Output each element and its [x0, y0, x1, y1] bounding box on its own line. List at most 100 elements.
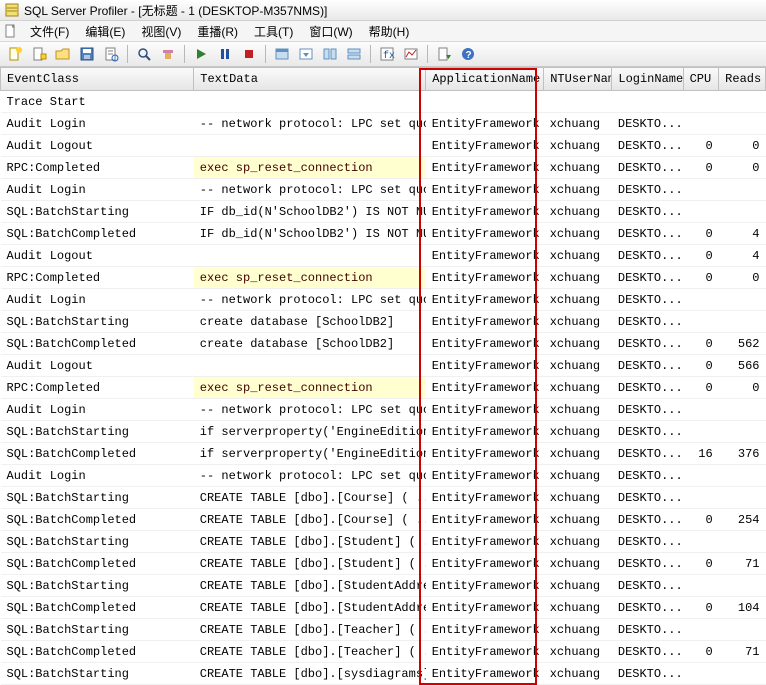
cell-login: DESKTO...	[612, 289, 683, 311]
cell-ntuser: xchuang	[544, 179, 612, 201]
table-row[interactable]: Audit LogoutEntityFrameworkxchuangDESKTO…	[1, 355, 766, 377]
cell-login: DESKTO...	[612, 531, 683, 553]
cell-textdata	[194, 245, 426, 267]
cell-ntuser: xchuang	[544, 333, 612, 355]
cell-event: SQL:BatchCompleted	[1, 333, 194, 355]
table-row[interactable]: Audit Login-- network protocol: LPC set …	[1, 179, 766, 201]
save-button[interactable]	[76, 43, 98, 65]
cell-login: DESKTO...	[612, 575, 683, 597]
clear-button[interactable]	[157, 43, 179, 65]
options-icon[interactable]	[433, 43, 455, 65]
open-button[interactable]	[52, 43, 74, 65]
cell-app: EntityFramework	[426, 135, 544, 157]
menu-file[interactable]: 文件(F)	[22, 21, 77, 42]
menu-tools[interactable]: 工具(T)	[246, 21, 301, 42]
cell-app: EntityFramework	[426, 553, 544, 575]
run-button[interactable]	[190, 43, 212, 65]
autoscroll-icon[interactable]	[295, 43, 317, 65]
menu-help[interactable]: 帮助(H)	[361, 21, 418, 42]
col-reads[interactable]: Reads	[719, 68, 766, 91]
menu-edit[interactable]: 编辑(E)	[77, 21, 133, 42]
col-ntuser[interactable]: NTUserName	[544, 68, 612, 91]
cell-reads: 71	[719, 553, 766, 575]
cell-app: EntityFramework	[426, 399, 544, 421]
col-text[interactable]: TextData	[194, 68, 426, 91]
table-row[interactable]: RPC:Completedexec sp_reset_connectionEnt…	[1, 267, 766, 289]
table-row[interactable]: SQL:BatchStartingIF db_id(N'SchoolDB2') …	[1, 201, 766, 223]
help-icon[interactable]: ?	[457, 43, 479, 65]
table-row[interactable]: SQL:BatchStartingCREATE TABLE [dbo].[Tea…	[1, 619, 766, 641]
find-button[interactable]	[133, 43, 155, 65]
stop-button[interactable]	[238, 43, 260, 65]
perf-icon[interactable]	[400, 43, 422, 65]
table-row[interactable]: SQL:BatchStartingCREATE TABLE [dbo].[Cou…	[1, 487, 766, 509]
cell-textdata: if serverproperty('EngineEdition') ...	[194, 443, 426, 465]
pause-button[interactable]	[214, 43, 236, 65]
cell-textdata	[194, 355, 426, 377]
cell-textdata: CREATE TABLE [dbo].[Student] ( ...	[194, 531, 426, 553]
cell-app: EntityFramework	[426, 509, 544, 531]
cell-textdata: CREATE TABLE [dbo].[Teacher] ( ...	[194, 641, 426, 663]
window-selected-icon[interactable]	[271, 43, 293, 65]
cell-cpu	[683, 399, 719, 421]
table-row[interactable]: SQL:BatchCompletedcreate database [Schoo…	[1, 333, 766, 355]
cell-textdata: CREATE TABLE [dbo].[sysdiagrams] ( ...	[194, 663, 426, 685]
table-row[interactable]: Audit LogoutEntityFrameworkxchuangDESKTO…	[1, 135, 766, 157]
cell-event: Audit Logout	[1, 355, 194, 377]
col-app[interactable]: ApplicationName	[426, 68, 544, 91]
cell-reads: 0	[719, 377, 766, 399]
table-row[interactable]: SQL:BatchStartingCREATE TABLE [dbo].[Stu…	[1, 531, 766, 553]
table-row[interactable]: Audit Login-- network protocol: LPC set …	[1, 399, 766, 421]
cell-ntuser: xchuang	[544, 311, 612, 333]
func-icon[interactable]: fx	[376, 43, 398, 65]
cell-app: EntityFramework	[426, 377, 544, 399]
table-row[interactable]: SQL:BatchCompletedCREATE TABLE [dbo].[Te…	[1, 641, 766, 663]
table-row[interactable]: SQL:BatchStartingCREATE TABLE [dbo].[sys…	[1, 663, 766, 685]
groupby-icon[interactable]	[319, 43, 341, 65]
new-trace-button[interactable]	[4, 43, 26, 65]
cell-ntuser: xchuang	[544, 509, 612, 531]
cell-textdata: if serverproperty('EngineEdition') ...	[194, 421, 426, 443]
table-row[interactable]: Audit Login-- network protocol: LPC set …	[1, 465, 766, 487]
new-template-button[interactable]	[28, 43, 50, 65]
table-row[interactable]: SQL:BatchCompletedCREATE TABLE [dbo].[Co…	[1, 509, 766, 531]
menu-replay[interactable]: 重播(R)	[189, 21, 246, 42]
menu-window[interactable]: 窗口(W)	[301, 21, 360, 42]
table-row[interactable]: RPC:Completedexec sp_reset_connectionEnt…	[1, 377, 766, 399]
col-event[interactable]: EventClass	[1, 68, 194, 91]
trace-table[interactable]: EventClass TextData ApplicationName NTUs…	[0, 68, 766, 685]
cell-reads	[719, 399, 766, 421]
cell-reads	[719, 311, 766, 333]
cell-ntuser: xchuang	[544, 289, 612, 311]
cell-textdata: CREATE TABLE [dbo].[Course] ( ...	[194, 487, 426, 509]
cell-cpu: 0	[683, 641, 719, 663]
trace-grid[interactable]: EventClass TextData ApplicationName NTUs…	[0, 67, 766, 685]
col-cpu[interactable]: CPU	[683, 68, 719, 91]
aggregated-icon[interactable]	[343, 43, 365, 65]
cell-app: EntityFramework	[426, 355, 544, 377]
table-row[interactable]: SQL:BatchCompletedIF db_id(N'SchoolDB2')…	[1, 223, 766, 245]
cell-login: DESKTO...	[612, 553, 683, 575]
menu-view[interactable]: 视图(V)	[133, 21, 189, 42]
table-row[interactable]: RPC:Completedexec sp_reset_connectionEnt…	[1, 157, 766, 179]
table-row[interactable]: Audit LogoutEntityFrameworkxchuangDESKTO…	[1, 245, 766, 267]
table-row[interactable]: Audit Login-- network protocol: LPC set …	[1, 289, 766, 311]
table-row[interactable]: SQL:BatchCompletedif serverproperty('Eng…	[1, 443, 766, 465]
table-row[interactable]: SQL:BatchStartingCREATE TABLE [dbo].[Stu…	[1, 575, 766, 597]
cell-login: DESKTO...	[612, 663, 683, 685]
cell-event: SQL:BatchCompleted	[1, 509, 194, 531]
col-login[interactable]: LoginName	[612, 68, 683, 91]
cell-app: EntityFramework	[426, 421, 544, 443]
cell-reads	[719, 465, 766, 487]
table-row[interactable]: SQL:BatchStartingcreate database [School…	[1, 311, 766, 333]
table-row[interactable]: Trace Start	[1, 91, 766, 113]
table-row[interactable]: SQL:BatchStartingif serverproperty('Engi…	[1, 421, 766, 443]
table-row[interactable]: Audit Login-- network protocol: LPC set …	[1, 113, 766, 135]
cell-reads	[719, 289, 766, 311]
cell-cpu: 0	[683, 245, 719, 267]
table-row[interactable]: SQL:BatchCompletedCREATE TABLE [dbo].[St…	[1, 553, 766, 575]
table-row[interactable]: SQL:BatchCompletedCREATE TABLE [dbo].[St…	[1, 597, 766, 619]
properties-button[interactable]	[100, 43, 122, 65]
cell-login: DESKTO...	[612, 641, 683, 663]
cell-ntuser: xchuang	[544, 399, 612, 421]
